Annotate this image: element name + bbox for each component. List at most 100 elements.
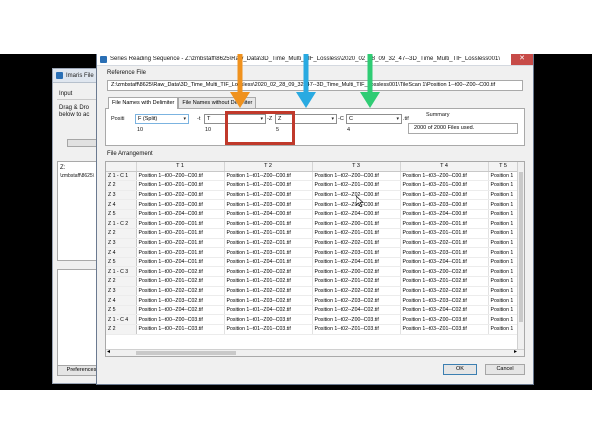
table-row[interactable]: Z 2 Position 1--t00--Z01--C01.tif Position… [106, 228, 519, 239]
table-cell[interactable]: Position 1--t01--Z04--C02.tif [224, 305, 313, 316]
table-row[interactable]: Z 2 Position 1--t00--Z01--C03.tif Position… [106, 324, 519, 335]
table-cell[interactable]: Position 1--t03--Z00--C03.tif [400, 314, 489, 325]
table-cell[interactable]: Position 1--t02--Z00--C03.tif [312, 314, 401, 325]
table-cell[interactable]: Position 1--t02--Z01--C00.tif [312, 180, 401, 191]
table-cell[interactable]: Position 1 [488, 247, 519, 258]
table-row[interactable]: Z 1 - C 4 Position 1--t00--Z00--C03.tif Po… [106, 314, 519, 325]
scroll-right-icon[interactable]: ▸ [514, 348, 517, 355]
table-cell[interactable]: Position 1--t01--Z01--C00.tif [224, 180, 313, 191]
scroll-left-icon[interactable]: ◂ [107, 348, 110, 355]
table-row[interactable]: Z 1 - C 3 Position 1--t00--Z00--C02.tif Po… [106, 266, 519, 278]
table-cell[interactable]: Position 1 [488, 218, 519, 230]
table-cell[interactable]: Position 1 [488, 324, 519, 335]
table-cell[interactable]: Position 1--t01--Z01--C01.tif [224, 228, 313, 239]
table-cell[interactable]: Position 1--t00--Z03--C01.tif [136, 247, 225, 258]
table-cell[interactable]: Position 1--t01--Z03--C00.tif [224, 199, 313, 210]
table-cell[interactable]: Position 1--t00--Z00--C02.tif [136, 266, 225, 278]
horizontal-scrollbar[interactable]: ◂ ▸ [106, 348, 524, 356]
table-cell[interactable]: Position 1--t01--Z00--C02.tif [224, 266, 313, 278]
table-cell[interactable]: Position 1 [488, 276, 519, 287]
table-row[interactable]: Z 3 Position 1--t00--Z02--C01.tif Position… [106, 238, 519, 249]
table-row[interactable]: Z 5 Position 1--t00--Z04--C02.tif Position… [106, 305, 519, 316]
table-cell[interactable]: Position 1--t00--Z01--C00.tif [136, 180, 225, 191]
table-row[interactable]: Z 3 Position 1--t00--Z02--C00.tif Position… [106, 190, 519, 201]
table-cell[interactable]: Position 1--t02--Z04--C02.tif [312, 305, 401, 316]
table-cell[interactable]: Position 1--t03--Z01--C03.tif [400, 324, 489, 335]
table-cell[interactable]: Position 1--t01--Z00--C01.tif [224, 218, 313, 230]
table-cell[interactable]: Position 1--t01--Z00--C03.tif [224, 314, 313, 325]
table-cell[interactable]: Position 1--t03--Z01--C00.tif [400, 180, 489, 191]
table-cell[interactable]: Position 1--t03--Z03--C02.tif [400, 295, 489, 306]
table-cell[interactable]: Position 1--t01--Z03--C02.tif [224, 295, 313, 306]
table-row[interactable]: Z 2 Position 1--t00--Z01--C02.tif Position… [106, 276, 519, 287]
table-cell[interactable]: Position 1 [488, 171, 519, 182]
table-cell[interactable]: Position 1--t00--Z02--C02.tif [136, 286, 225, 297]
ok-button[interactable]: OK [443, 364, 477, 375]
table-cell[interactable]: Position 1--t03--Z03--C00.tif [400, 199, 489, 210]
table-cell[interactable]: Position 1 [488, 257, 519, 268]
table-cell[interactable]: Position 1 [488, 190, 519, 201]
table-cell[interactable]: Position 1--t00--Z00--C01.tif [136, 218, 225, 230]
table-row[interactable]: Z 3 Position 1--t00--Z02--C02.tif Position… [106, 286, 519, 297]
table-cell[interactable]: Position 1--t01--Z02--C02.tif [224, 286, 313, 297]
table-cell[interactable]: Position 1--t03--Z04--C00.tif [400, 209, 489, 220]
table-cell[interactable]: Position 1 [488, 209, 519, 220]
table-cell[interactable]: Position 1--t00--Z01--C03.tif [136, 324, 225, 335]
table-row[interactable]: Z 2 Position 1--t00--Z01--C00.tif Position… [106, 180, 519, 191]
table-cell[interactable]: Position 1--t03--Z04--C02.tif [400, 305, 489, 316]
table-cell[interactable]: Position 1--t02--Z00--C00.tif [312, 171, 401, 182]
table-row[interactable]: Z 4 Position 1--t00--Z03--C00.tif Position… [106, 199, 519, 210]
table-cell[interactable]: Position 1--t00--Z03--C02.tif [136, 295, 225, 306]
table-cell[interactable]: Position 1--t03--Z00--C00.tif [400, 171, 489, 182]
table-cell[interactable]: Position 1--t02--Z02--C01.tif [312, 238, 401, 249]
table-cell[interactable]: Position 1--t01--Z02--C01.tif [224, 238, 313, 249]
table-cell[interactable]: Position 1--t03--Z01--C01.tif [400, 228, 489, 239]
table-cell[interactable]: Position 1--t02--Z03--C01.tif [312, 247, 401, 258]
tab-with-delimiter[interactable]: File Names with Delimiter [108, 97, 179, 109]
column-header[interactable]: T 1 [136, 162, 225, 172]
table-cell[interactable]: Position 1--t00--Z00--C00.tif [136, 171, 225, 182]
table-cell[interactable]: Position 1--t00--Z02--C00.tif [136, 190, 225, 201]
table-cell[interactable]: Position 1--t03--Z02--C02.tif [400, 286, 489, 297]
table-cell[interactable]: Position 1--t02--Z04--C01.tif [312, 257, 401, 268]
file-arrangement-table[interactable]: T 1T 2T 3T 4T 5 Z 1 - C 1 Position 1--t00… [105, 161, 525, 357]
table-cell[interactable]: Position 1 [488, 295, 519, 306]
table-cell[interactable]: Position 1--t02--Z01--C03.tif [312, 324, 401, 335]
table-cell[interactable]: Position 1 [488, 180, 519, 191]
close-icon[interactable]: ✕ [511, 54, 533, 65]
table-cell[interactable]: Position 1--t02--Z00--C02.tif [312, 266, 401, 278]
table-cell[interactable]: Position 1--t01--Z04--C00.tif [224, 209, 313, 220]
column-header[interactable]: T 2 [224, 162, 313, 172]
table-cell[interactable]: Position 1--t03--Z00--C02.tif [400, 266, 489, 278]
table-cell[interactable]: Position 1--t00--Z01--C01.tif [136, 228, 225, 239]
table-cell[interactable]: Position 1--t00--Z04--C00.tif [136, 209, 225, 220]
table-cell[interactable]: Position 1--t02--Z04--C00.tif [312, 209, 401, 220]
table-cell[interactable]: Position 1 [488, 314, 519, 325]
table-row[interactable]: Z 5 Position 1--t00--Z04--C01.tif Position… [106, 257, 519, 268]
table-cell[interactable]: Position 1--t02--Z03--C02.tif [312, 295, 401, 306]
column-header[interactable]: T 5 [488, 162, 519, 172]
table-cell[interactable]: Position 1--t00--Z00--C03.tif [136, 314, 225, 325]
table-cell[interactable]: Position 1 [488, 238, 519, 249]
table-row[interactable]: Z 4 Position 1--t00--Z03--C02.tif Position… [106, 295, 519, 306]
horizontal-scroll-thumb[interactable] [136, 351, 236, 355]
vertical-scrollbar[interactable] [517, 162, 524, 350]
table-cell[interactable]: Position 1--t02--Z00--C01.tif [312, 218, 401, 230]
table-cell[interactable]: Position 1--t00--Z01--C02.tif [136, 276, 225, 287]
table-cell[interactable]: Position 1--t00--Z02--C01.tif [136, 238, 225, 249]
table-row[interactable]: Z 4 Position 1--t00--Z03--C01.tif Position… [106, 247, 519, 258]
table-cell[interactable]: Position 1--t03--Z02--C00.tif [400, 190, 489, 201]
table-cell[interactable]: Position 1 [488, 286, 519, 297]
column-header[interactable]: T 4 [400, 162, 489, 172]
table-cell[interactable]: Position 1--t01--Z01--C03.tif [224, 324, 313, 335]
table-cell[interactable]: Position 1--t03--Z04--C01.tif [400, 257, 489, 268]
table-cell[interactable]: Position 1--t02--Z01--C02.tif [312, 276, 401, 287]
table-cell[interactable]: Position 1 [488, 228, 519, 239]
vertical-scroll-thumb[interactable] [519, 172, 523, 322]
table-cell[interactable]: Position 1--t00--Z03--C00.tif [136, 199, 225, 210]
table-row[interactable]: Z 1 - C 2 Position 1--t00--Z00--C01.tif Po… [106, 218, 519, 230]
cancel-button[interactable]: Cancel [485, 364, 525, 375]
table-cell[interactable]: Position 1--t01--Z00--C00.tif [224, 171, 313, 182]
table-cell[interactable]: Position 1 [488, 305, 519, 316]
table-cell[interactable]: Position 1--t00--Z04--C01.tif [136, 257, 225, 268]
